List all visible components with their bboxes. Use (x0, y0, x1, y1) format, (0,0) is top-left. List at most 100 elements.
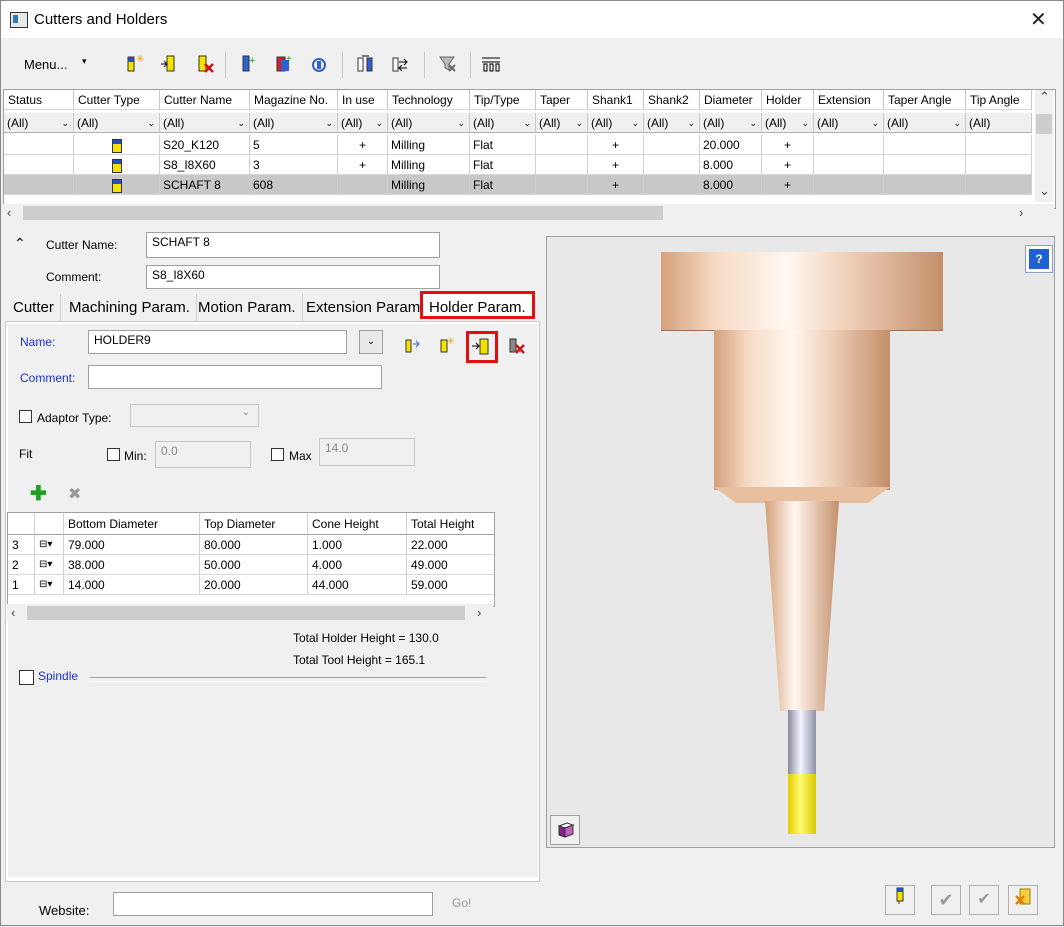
holder-sync-icon[interactable] (307, 52, 331, 76)
delete-cutter-icon[interactable] (194, 52, 218, 76)
tab-holder-param[interactable]: Holder Param. (420, 291, 535, 319)
cutter-button[interactable] (885, 885, 915, 915)
column-header[interactable]: Tip Angle (966, 90, 1032, 110)
exit-button[interactable] (1008, 885, 1038, 915)
load-holder-icon[interactable] (401, 335, 421, 357)
chevron-down-icon[interactable]: ⌄ (523, 113, 531, 132)
chevron-down-icon[interactable]: ⌄ (147, 113, 155, 132)
chevron-down-icon[interactable]: ⌄ (325, 113, 333, 132)
chevron-down-icon[interactable]: ⌄ (575, 113, 583, 132)
column-filter[interactable]: (All) ⌄ (644, 113, 700, 133)
column-filter[interactable]: (All) ⌄ (388, 113, 470, 133)
column-header[interactable]: Magazine No. (250, 90, 338, 110)
grid-vertical-scrollbar[interactable]: ⌃ ⌄ (1035, 89, 1053, 202)
column-header[interactable]: Total Height (407, 513, 494, 535)
chevron-down-icon[interactable]: ⌄ (237, 113, 245, 132)
new-cutter-icon[interactable]: ✳ (122, 52, 146, 76)
chevron-down-icon[interactable]: ⌄ (953, 113, 961, 132)
fit-max-checkbox[interactable] (271, 448, 284, 461)
collapse-icon[interactable]: ⌃ (14, 235, 26, 252)
scroll-right-icon[interactable]: › (1019, 205, 1023, 220)
fit-max-field[interactable]: 14.0 (319, 438, 415, 466)
column-header[interactable]: Taper (536, 90, 588, 110)
fit-min-field[interactable]: 0.0 (155, 441, 251, 468)
column-filter[interactable]: (All) ⌄ (762, 113, 814, 133)
column-filter[interactable]: (All) ⌄ (338, 113, 388, 133)
website-field[interactable] (113, 892, 433, 916)
column-filter[interactable]: (All) ⌄ (588, 113, 644, 133)
column-filter[interactable]: (All) ⌄ (884, 113, 966, 133)
column-header[interactable]: Bottom Diameter (64, 513, 200, 535)
chevron-down-icon[interactable]: ▾ (82, 56, 87, 67)
view-cube-button[interactable] (550, 815, 580, 845)
add-row-icon[interactable]: ✚ (30, 481, 47, 506)
column-header[interactable] (35, 513, 64, 535)
segment-type-icon[interactable]: ⊟▾ (35, 575, 64, 595)
column-filter[interactable]: (All) ⌄ (536, 113, 588, 133)
delete-holder-icon[interactable] (506, 335, 528, 357)
column-header[interactable]: Tip/Type (470, 90, 536, 110)
close-icon[interactable]: ✕ (1030, 7, 1047, 32)
column-header[interactable]: Status (4, 90, 74, 110)
ok-button[interactable]: ✔ (931, 885, 961, 915)
chevron-down-icon[interactable]: ⌄ (749, 113, 757, 132)
column-header[interactable]: Cutter Type (74, 90, 160, 110)
column-header[interactable]: Taper Angle (884, 90, 966, 110)
new-holder-icon[interactable]: ✳ (436, 335, 456, 357)
filter-clear-icon[interactable] (436, 52, 460, 76)
scroll-right-icon[interactable]: › (477, 605, 481, 620)
column-header[interactable]: Holder (762, 90, 814, 110)
copy-holder-button[interactable] (466, 331, 498, 363)
column-filter[interactable]: (All) ⌄ (74, 113, 160, 133)
segment-type-icon[interactable]: ⊟▾ (35, 535, 64, 555)
column-header[interactable]: Shank2 (644, 90, 700, 110)
holder-name-field[interactable]: HOLDER9 (88, 330, 347, 354)
comment-field[interactable]: S8_I8X60 (146, 265, 440, 289)
cutter-name-field[interactable]: SCHAFT 8 (146, 232, 440, 258)
tab-motion-param[interactable]: Motion Param. (192, 294, 303, 321)
go-link[interactable]: Go! (452, 896, 471, 910)
holder-comment-field[interactable] (88, 365, 382, 389)
help-button[interactable]: ? (1025, 245, 1053, 273)
chevron-down-icon[interactable]: ⌄ (61, 113, 69, 132)
export-icon[interactable] (389, 52, 413, 76)
column-header[interactable]: Extension (814, 90, 884, 110)
copy-cutter-icon[interactable] (158, 52, 182, 76)
fit-min-checkbox[interactable] (107, 448, 120, 461)
import-icon[interactable] (354, 52, 378, 76)
column-header[interactable] (8, 513, 35, 535)
grid-horizontal-scrollbar[interactable]: ‹ › (3, 204, 1054, 222)
holder-color-icon[interactable]: + (272, 52, 296, 76)
column-header[interactable]: Top Diameter (200, 513, 308, 535)
tab-machining-param[interactable]: Machining Param. (63, 294, 197, 321)
chevron-down-icon[interactable]: ⌄ (801, 113, 809, 132)
column-filter[interactable]: (All) ⌄ (470, 113, 536, 133)
scroll-left-icon[interactable]: ‹ (11, 605, 15, 620)
apply-button[interactable]: ✔ (969, 885, 999, 915)
segment-type-icon[interactable]: ⊟▾ (35, 555, 64, 575)
column-header[interactable]: Technology (388, 90, 470, 110)
column-filter[interactable]: (All) (966, 113, 1032, 133)
column-filter[interactable]: (All) ⌄ (160, 113, 250, 133)
column-filter[interactable]: (All) ⌄ (250, 113, 338, 133)
scroll-left-icon[interactable]: ‹ (7, 205, 11, 220)
chevron-down-icon[interactable]: ⌄ (375, 113, 383, 132)
column-filter[interactable]: (All) ⌄ (4, 113, 74, 133)
tab-extension-param[interactable]: Extension Param. (300, 294, 432, 321)
chevron-down-icon[interactable]: ⌄ (871, 113, 879, 132)
column-header[interactable]: In use (338, 90, 388, 110)
scroll-thumb[interactable] (27, 606, 465, 620)
chevron-down-icon[interactable]: ⌄ (457, 113, 465, 132)
remove-row-icon[interactable]: ✖ (68, 484, 81, 504)
adaptor-type-select[interactable]: ⌄ (130, 404, 259, 427)
spindle-checkbox[interactable] (19, 670, 34, 685)
scroll-down-icon[interactable]: ⌄ (1039, 183, 1050, 199)
holder-table-scrollbar[interactable]: ‹ › (7, 604, 493, 622)
adaptor-type-checkbox[interactable] (19, 410, 32, 423)
column-header[interactable]: Cone Height (308, 513, 407, 535)
column-filter[interactable]: (All) ⌄ (814, 113, 884, 133)
scroll-thumb[interactable] (1036, 114, 1052, 134)
add-holder-icon[interactable]: + (237, 52, 261, 76)
column-header[interactable]: Diameter (700, 90, 762, 110)
column-settings-icon[interactable] (479, 52, 503, 76)
